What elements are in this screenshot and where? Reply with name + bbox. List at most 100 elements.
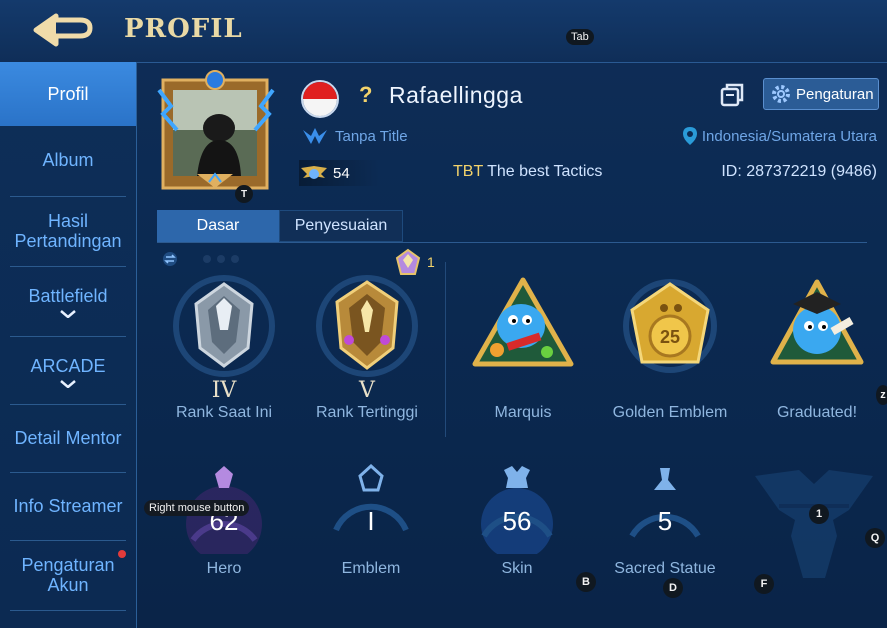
profile-tabs: Dasar Penyesuaian	[157, 210, 403, 242]
key-hint-q: Q	[865, 528, 885, 548]
indicator-dot	[231, 255, 239, 263]
stat-label: Sacred Statue	[614, 560, 716, 577]
right-mouse-hint: Right mouse button	[144, 500, 250, 516]
sidebar-item-detail-mentor[interactable]: Detail Mentor	[0, 406, 136, 470]
achievement-current-rank[interactable]: IV Rank Saat Ini	[154, 270, 294, 422]
season-badge-count: 1	[427, 254, 435, 270]
sidebar-divider	[10, 336, 126, 337]
achievement-highest-rank[interactable]: V Rank Tertinggi	[297, 270, 437, 422]
country-flag-icon	[301, 80, 339, 118]
stat-emblem[interactable]: I Emblem	[311, 463, 431, 578]
level-wings-icon	[301, 166, 327, 179]
trophy-silhouette-icon	[755, 470, 873, 578]
back-arrow-icon	[33, 13, 93, 47]
back-button[interactable]	[28, 10, 98, 50]
key-hint-d: D	[663, 578, 683, 598]
sidebar-item-pengaturan-akun[interactable]: Pengaturan Akun	[0, 542, 136, 608]
indicator-dot	[203, 255, 211, 263]
key-hint-b: B	[576, 572, 596, 592]
achievement-label: Rank Saat Ini	[175, 404, 273, 421]
stat-label: Emblem	[341, 560, 401, 577]
avatar[interactable]	[157, 70, 275, 196]
squad-info[interactable]: TBT The best Tactics	[453, 163, 602, 181]
chevron-down-icon	[60, 380, 76, 388]
stat-hero[interactable]: 62 Hero	[164, 464, 284, 578]
key-hint-z: z	[876, 385, 887, 405]
sidebar-item-profil[interactable]: Profil	[0, 62, 136, 126]
title-emblem-icon	[303, 128, 327, 144]
golden-emblem-icon: 25	[623, 279, 717, 373]
swap-icon[interactable]	[163, 252, 177, 266]
gender-unknown-icon: ?	[359, 82, 373, 107]
sidebar-item-label: ARCADE	[30, 356, 106, 376]
rank-tier: V	[359, 378, 375, 403]
tab-label: Penyesuaian	[294, 217, 388, 234]
marquis-badge-icon	[472, 277, 574, 367]
page-indicator	[163, 252, 239, 266]
tabs-divider	[157, 242, 867, 243]
sidebar-divider	[10, 472, 126, 473]
sidebar-item-label: Pengaturan Akun	[21, 555, 115, 595]
tab-dasar[interactable]: Dasar	[157, 210, 279, 242]
squad-name: The best Tactics	[487, 163, 603, 180]
achievement-marquis[interactable]: Marquis	[453, 270, 593, 422]
stat-label: Hero	[206, 560, 242, 577]
sidebar-item-label: Album	[42, 150, 94, 170]
sidebar-item-info-streamer[interactable]: Info Streamer	[0, 474, 136, 538]
golden-emblem-number: 25	[660, 327, 680, 347]
avatar-frame-image	[157, 70, 275, 190]
graduated-badge-icon	[770, 279, 864, 365]
indicator-dot	[217, 255, 225, 263]
tab-penyesuaian[interactable]: Penyesuaian	[279, 210, 403, 242]
sidebar-divider	[10, 196, 126, 197]
mythic-rank-icon	[316, 275, 418, 377]
player-title: Tanpa Title	[301, 126, 408, 146]
sidebar: Profil Album Hasil Pertandingan Battlefi…	[0, 62, 137, 628]
sidebar-item-album[interactable]: Album	[0, 128, 136, 192]
achievements-divider	[445, 262, 446, 437]
settings-button[interactable]: Pengaturan	[763, 78, 879, 110]
sidebar-item-label: Profil	[47, 84, 89, 104]
player-id: ID: 287372219 (9486)	[721, 163, 877, 180]
sidebar-item-arcade[interactable]: ARCADE	[0, 340, 136, 404]
stat-skin[interactable]: 56 Skin	[457, 464, 577, 578]
achievement-label: Rank Tertinggi	[316, 404, 418, 421]
stat-label: Skin	[501, 560, 533, 577]
sidebar-item-battlefield[interactable]: Battlefield	[0, 270, 136, 334]
player-title-text: Tanpa Title	[335, 127, 408, 145]
header-bar: PROFIL	[0, 0, 887, 63]
tab-label: Dasar	[196, 217, 240, 234]
legend-rank-icon	[173, 275, 275, 377]
rank-tier	[747, 378, 887, 404]
rank-tier	[600, 378, 740, 404]
sidebar-item-hasil-pertandingan[interactable]: Hasil Pertandingan	[0, 198, 136, 264]
player-level: 54	[299, 160, 379, 186]
achievement-label: Golden Emblem	[612, 404, 728, 421]
sidebar-item-label: Detail Mentor	[14, 428, 122, 448]
profile-panel: T ? Rafaellingga Pengaturan Tanpa Title …	[137, 62, 887, 628]
location-pin-icon	[682, 127, 697, 145]
sidebar-divider	[10, 404, 126, 405]
gear-icon	[772, 85, 790, 103]
chevron-down-icon	[60, 310, 76, 318]
avatar-key-hint: T	[235, 185, 253, 203]
key-hint-1: 1	[809, 504, 829, 524]
sidebar-item-label: Hasil Pertandingan	[14, 211, 122, 251]
rank-tier	[453, 378, 593, 404]
tab-key-hint: Tab	[566, 29, 594, 45]
copy-icon[interactable]	[719, 82, 745, 108]
achievement-label: Graduated!	[776, 404, 858, 421]
achievement-label: Marquis	[494, 404, 552, 421]
achievement-golden-emblem[interactable]: 25 Golden Emblem	[600, 270, 740, 422]
sidebar-divider	[10, 610, 126, 611]
location-text: Indonesia/Sumatera Utara	[701, 127, 877, 145]
stat-value: 5	[657, 506, 673, 536]
key-hint-f: F	[754, 574, 774, 594]
stat-sacred-statue[interactable]: 5 Sacred Statue	[605, 464, 725, 578]
player-name: Rafaellingga	[389, 82, 523, 108]
page-title: PROFIL	[124, 14, 243, 44]
achievement-graduated[interactable]: Graduated!	[747, 270, 887, 422]
sidebar-item-label: Battlefield	[28, 286, 108, 306]
stat-value: I	[367, 506, 375, 536]
sidebar-divider	[10, 540, 126, 541]
